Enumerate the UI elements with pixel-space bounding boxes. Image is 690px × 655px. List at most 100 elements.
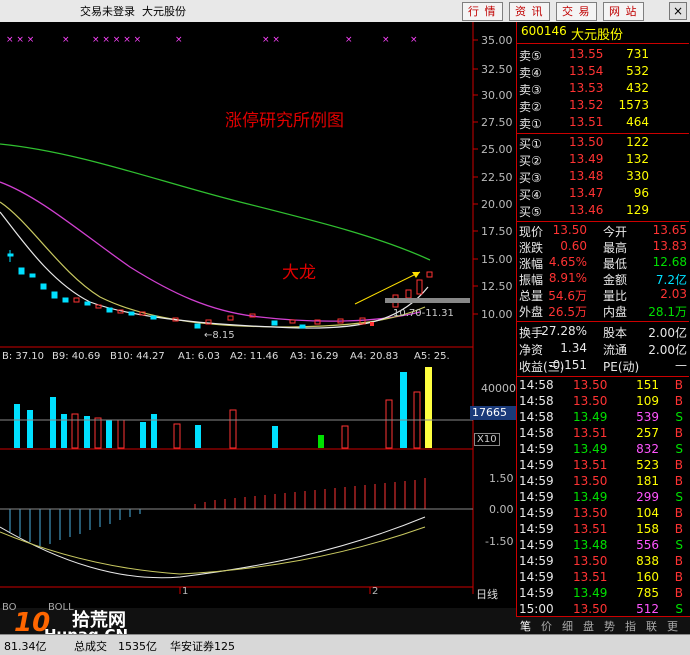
stat-label: 净资 xyxy=(519,343,544,357)
stat-value: 7.2亿 xyxy=(655,273,687,287)
price-tick: 30.00 xyxy=(481,89,513,102)
vol-indicator: B10: 44.27 xyxy=(110,351,165,362)
bid-label: 买③ xyxy=(519,171,542,185)
panel-tab[interactable]: 价 xyxy=(541,618,552,634)
news-button[interactable]: 资 讯 xyxy=(509,2,550,21)
ask-volume: 432 xyxy=(626,81,649,95)
bid-price: 13.49 xyxy=(569,152,604,166)
stat-label: 今开 xyxy=(603,225,628,239)
low-price-label: ←8.15 xyxy=(204,330,235,341)
price-tick: 20.00 xyxy=(481,198,513,211)
ask-price: 13.55 xyxy=(569,47,604,61)
tick-volume: 299 xyxy=(636,490,659,504)
tick-time: 14:59 xyxy=(519,442,554,456)
tick-volume: 539 xyxy=(636,410,659,424)
ask-volume: 731 xyxy=(626,47,649,61)
tick-time: 14:59 xyxy=(519,538,554,552)
tick-direction: B xyxy=(674,458,683,472)
stock-name: 大元股份 xyxy=(571,28,624,43)
svg-text:×: × xyxy=(175,35,183,45)
bid-volume: 122 xyxy=(626,135,649,149)
stat-label: PE(动) xyxy=(603,360,640,374)
ask-price: 13.54 xyxy=(569,64,604,78)
tick-row: 14:59 13.50 838 B xyxy=(517,554,689,570)
stat-value: 2.00亿 xyxy=(648,326,687,340)
stat-label: 涨幅 xyxy=(519,257,544,271)
tick-time: 14:59 xyxy=(519,586,554,600)
tick-volume: 109 xyxy=(636,394,659,408)
tick-volume: 523 xyxy=(636,458,659,472)
website-button[interactable]: 网 站 xyxy=(603,2,644,21)
period-label[interactable]: 日线 xyxy=(476,586,498,602)
bid-row: 买③ 13.48 330 xyxy=(517,169,689,185)
stat-label: 最高 xyxy=(603,241,628,255)
tick-time: 14:59 xyxy=(519,570,554,584)
tick-direction: S xyxy=(675,442,683,456)
panel-tab[interactable]: 联 xyxy=(646,618,657,634)
market-button[interactable]: 行 情 xyxy=(462,2,503,21)
tick-row: 14:59 13.51 158 B xyxy=(517,522,689,538)
tick-row: 14:59 13.49 785 B xyxy=(517,586,689,602)
stat-row: 收益(三) -0.151 PE(动) — xyxy=(517,358,689,374)
tick-volume: 556 xyxy=(636,538,659,552)
svg-text:×: × xyxy=(345,35,353,45)
stat-value: 13.65 xyxy=(652,223,687,237)
vol-indicator: B9: 40.69 xyxy=(52,351,101,362)
price-tick: 25.00 xyxy=(481,143,513,156)
bid-row: 买① 13.50 122 xyxy=(517,135,689,151)
stat-label: 金额 xyxy=(603,273,628,287)
svg-text:×: × xyxy=(62,35,70,45)
tick-direction: S xyxy=(675,538,683,552)
stock-code: 600146 xyxy=(521,24,567,38)
kline-chart[interactable]: × × × × × × × × × × × × × × × 35.00 32.5… xyxy=(0,22,518,608)
tick-price: 13.50 xyxy=(573,506,608,520)
chart-annotation-label: 大龙 xyxy=(282,263,316,283)
indicator-tab-boll[interactable]: BOLL xyxy=(48,602,74,613)
tick-row: 14:59 13.49 832 S xyxy=(517,442,689,458)
ask-row: 卖③ 13.53 432 xyxy=(517,81,689,97)
stat-row: 换手 27.28% 股本 2.00亿 xyxy=(517,324,689,340)
bid-price: 13.46 xyxy=(569,203,604,217)
bid-row: 买⑤ 13.46 129 xyxy=(517,203,689,219)
panel-tab[interactable]: 盘 xyxy=(583,618,594,634)
tick-price: 13.49 xyxy=(573,490,608,504)
volume-current: 17665 xyxy=(470,406,518,420)
stat-label: 量比 xyxy=(603,289,628,303)
bid-price: 13.47 xyxy=(569,186,604,200)
tick-time: 14:58 xyxy=(519,378,554,392)
svg-text:×: × xyxy=(410,35,418,45)
bid-price: 13.50 xyxy=(569,135,604,149)
tick-row: 14:59 13.51 160 B xyxy=(517,570,689,586)
tick-time: 14:59 xyxy=(519,490,554,504)
stat-value: -0.151 xyxy=(548,358,587,372)
stat-label: 最低 xyxy=(603,257,628,271)
tick-price: 13.51 xyxy=(573,522,608,536)
price-tick: 15.00 xyxy=(481,253,513,266)
close-icon[interactable]: × xyxy=(669,2,687,20)
tick-price: 13.48 xyxy=(573,538,608,552)
ask-price: 13.51 xyxy=(569,115,604,129)
panel-tab[interactable]: 指 xyxy=(625,618,636,634)
index-value: 81.34亿 xyxy=(4,640,47,653)
stat-row: 总量 54.6万 量比 2.03 xyxy=(517,287,689,303)
panel-tab[interactable]: 势 xyxy=(604,618,615,634)
tick-row: 14:59 13.50 104 B xyxy=(517,506,689,522)
ask-price: 13.53 xyxy=(569,81,604,95)
ask-row: 卖⑤ 13.55 731 xyxy=(517,47,689,63)
vol-indicator: A2: 11.46 xyxy=(230,351,279,362)
tick-price: 13.49 xyxy=(573,442,608,456)
stat-value: 0.60 xyxy=(560,239,587,253)
stat-label: 现价 xyxy=(519,225,544,239)
price-tick: 22.50 xyxy=(481,171,513,184)
vol-indicator: A5: 25. xyxy=(414,351,450,362)
panel-tab[interactable]: 笔 xyxy=(520,618,531,634)
trade-button[interactable]: 交 易 xyxy=(556,2,597,21)
tick-volume: 158 xyxy=(636,522,659,536)
stat-value: 4.65% xyxy=(548,255,587,269)
panel-tab[interactable]: 更 xyxy=(667,618,678,634)
panel-tab[interactable]: 细 xyxy=(562,618,573,634)
macd-tick: 0.00 xyxy=(489,503,514,516)
stat-value: 8.91% xyxy=(548,271,587,285)
tick-row: 14:59 13.48 556 S xyxy=(517,538,689,554)
panel-tabs: 笔价细盘势指联更 xyxy=(516,616,690,635)
